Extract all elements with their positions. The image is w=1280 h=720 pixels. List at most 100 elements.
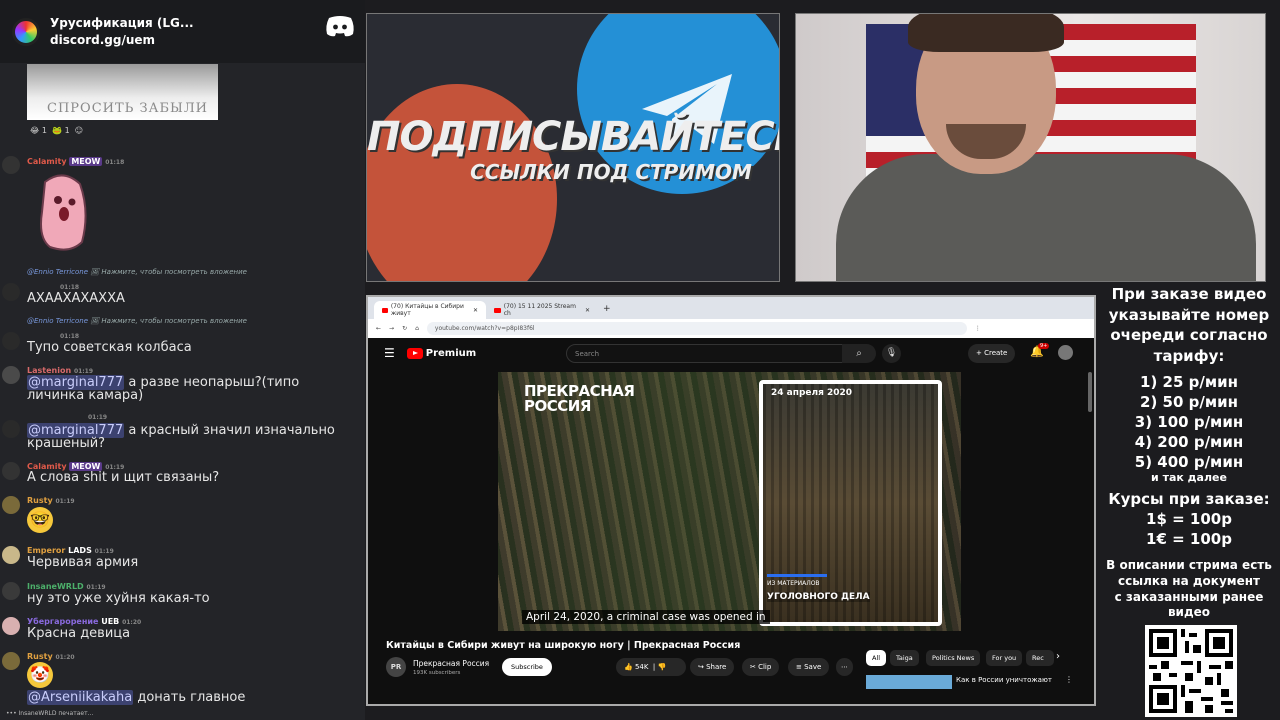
new-tab-button[interactable]: + bbox=[598, 299, 616, 319]
search-input[interactable]: Search bbox=[566, 344, 866, 363]
chip-for-you[interactable]: For you bbox=[986, 650, 1023, 666]
avatar[interactable] bbox=[2, 582, 20, 600]
badge: MEOW bbox=[69, 157, 103, 166]
message-text: А слова shit и щит связаны? bbox=[27, 470, 220, 485]
url-field[interactable]: youtube.com/watch?v=p8pI83f6l bbox=[426, 322, 967, 335]
video-title: Китайцы в Сибири живут на широкую ногу |… bbox=[386, 640, 741, 651]
tier-2: 2) 50 р/мин bbox=[1140, 393, 1238, 411]
message-text: @marginal777 а красный значил изначально… bbox=[27, 423, 335, 451]
server-name: Урусификация (LG... bbox=[50, 16, 194, 30]
username: Calamity bbox=[27, 157, 67, 166]
kebab-menu-icon[interactable]: ⋮ bbox=[1065, 675, 1073, 684]
reactions[interactable]: 😂 1 🐸 1 ☺ bbox=[30, 126, 83, 135]
subscribe-button[interactable]: Subscribe bbox=[502, 658, 552, 676]
recommendation-title[interactable]: Как в России уничтожают bbox=[956, 676, 1052, 684]
extensions-icon[interactable]: ⋮ bbox=[975, 325, 981, 332]
search-icon[interactable]: ⌕ bbox=[842, 344, 876, 363]
add-reaction-icon[interactable]: ☺ bbox=[75, 126, 83, 135]
timestamp: 01:19 bbox=[55, 498, 75, 505]
rates-header: Курсы при заказе: bbox=[1108, 490, 1270, 508]
youtube-premium-logo[interactable]: Premium bbox=[406, 347, 476, 359]
hamburger-menu-icon[interactable]: ☰ bbox=[384, 346, 395, 360]
video-player[interactable]: ПРЕКРАСНАЯ РОССИЯ 24 апреля 2020 ИЗ МАТЕ… bbox=[498, 372, 961, 631]
save-button[interactable]: ≡ Save bbox=[788, 658, 830, 676]
inset-caption: УГОЛОВНОГО ДЕЛА bbox=[767, 592, 870, 602]
pricing-panel: При заказе видео указывайте номер очеред… bbox=[1098, 284, 1280, 619]
mention[interactable]: @Arseniikakaha bbox=[27, 690, 134, 705]
recommendation-thumbnail[interactable] bbox=[866, 675, 952, 689]
timestamp: 01:18 bbox=[105, 159, 125, 166]
rate-eur: 1€ = 100р bbox=[1146, 530, 1232, 548]
tab-youtube-video[interactable]: (70) Китайцы в Сибири живут ✕ bbox=[374, 301, 486, 319]
avatar[interactable] bbox=[2, 462, 20, 480]
discord-invite: discord.gg/uem bbox=[50, 33, 156, 47]
discord-banner: Урусификация (LG... discord.gg/uem bbox=[0, 0, 365, 63]
chip-all[interactable]: All bbox=[866, 650, 887, 666]
account-avatar[interactable] bbox=[1058, 345, 1073, 360]
etc-note: и так далее bbox=[1151, 471, 1227, 484]
avatar[interactable] bbox=[2, 332, 20, 350]
clip-button[interactable]: ✂ Clip bbox=[742, 658, 780, 676]
scrollbar[interactable] bbox=[1088, 372, 1092, 412]
avatar[interactable] bbox=[2, 546, 20, 564]
youtube-icon bbox=[494, 307, 501, 313]
message-text: @Arseniikakaha донать главное bbox=[27, 690, 246, 705]
like-dislike-button[interactable]: 👍 54K | 👎 bbox=[616, 658, 686, 676]
username: Убергарорение bbox=[27, 617, 99, 626]
subscriber-count: 193K subscribers bbox=[413, 669, 461, 676]
avatar[interactable] bbox=[2, 366, 20, 384]
chip-rec[interactable]: Rec bbox=[1026, 650, 1054, 666]
chevron-right-icon[interactable]: › bbox=[1056, 651, 1060, 662]
inset-date: 24 апреля 2020 bbox=[771, 388, 853, 398]
discord-icon bbox=[326, 16, 354, 37]
create-button[interactable]: + Create bbox=[968, 344, 1016, 363]
avatar[interactable] bbox=[2, 156, 20, 174]
tab-bar: (70) Китайцы в Сибири живут ✕ (70) 15 11… bbox=[368, 297, 1094, 319]
avatar[interactable] bbox=[2, 617, 20, 635]
typing-indicator: ••• InsaneWRLD печатает... bbox=[6, 710, 94, 717]
avatar[interactable] bbox=[2, 420, 20, 438]
username: Rusty bbox=[27, 652, 53, 661]
forward-icon[interactable]: → bbox=[389, 325, 394, 332]
username: Emperor bbox=[27, 546, 66, 555]
chip-taiga[interactable]: Taiga bbox=[890, 650, 919, 666]
avatar[interactable] bbox=[2, 652, 20, 670]
browser-window: (70) Китайцы в Сибири живут ✕ (70) 15 11… bbox=[366, 295, 1096, 706]
badge: LADS bbox=[68, 546, 92, 555]
username: Rusty bbox=[27, 496, 53, 505]
reply-preview[interactable]: @Ennio Terricone 🖼 Нажмите, чтобы посмот… bbox=[27, 268, 247, 276]
chat-image-attachment[interactable]: СПРОСИТЬ ЗАБЫЛИ bbox=[27, 64, 218, 120]
home-icon[interactable]: ⌂ bbox=[415, 325, 419, 332]
reply-preview[interactable]: @Ennio Terricone 🖼 Нажмите, чтобы посмот… bbox=[27, 317, 247, 325]
frog-emoji-icon[interactable]: 🐸 bbox=[52, 126, 62, 135]
timestamp: 01:19 bbox=[88, 414, 108, 421]
address-bar-row: ← → ↻ ⌂ youtube.com/watch?v=p8pI83f6l ⋮ bbox=[368, 319, 1094, 338]
timestamp: 01:20 bbox=[122, 619, 142, 626]
inset-caption-small: ИЗ МАТЕРИАЛОВ bbox=[767, 580, 820, 587]
avatar[interactable] bbox=[2, 283, 20, 301]
tier-1: 1) 25 р/мин bbox=[1140, 373, 1238, 391]
clown-emoji-icon: 🤡 bbox=[27, 662, 53, 688]
share-button[interactable]: ↪ Share bbox=[690, 658, 735, 676]
chip-politics-news[interactable]: Politics News bbox=[926, 650, 981, 666]
message-text: Красна девица bbox=[27, 626, 131, 641]
nerd-emoji-icon: 🤓 bbox=[27, 507, 53, 533]
back-icon[interactable]: ← bbox=[376, 325, 381, 332]
channel-avatar[interactable]: PR bbox=[386, 657, 406, 677]
qr-code[interactable] bbox=[1145, 625, 1237, 717]
avatar[interactable] bbox=[2, 496, 20, 514]
server-logo bbox=[12, 17, 40, 46]
mic-icon[interactable]: 🎙 bbox=[882, 344, 901, 363]
message-text: Тупо советская колбаса bbox=[27, 340, 192, 355]
promo-title: ПОДПИСЫВАЙТЕСЬ bbox=[367, 114, 780, 160]
tab-stream[interactable]: (70) 15 11 2025 Stream ch ✕ bbox=[486, 301, 598, 319]
more-actions-icon[interactable]: ⋯ bbox=[836, 658, 853, 676]
youtube-icon bbox=[382, 307, 388, 313]
timestamp: 01:18 bbox=[60, 284, 80, 291]
reload-icon[interactable]: ↻ bbox=[402, 325, 407, 332]
laugh-emoji-icon[interactable]: 😂 bbox=[30, 126, 39, 135]
message-text: ну это уже хуйня какая-то bbox=[27, 591, 210, 606]
subtitle: April 24, 2020, a criminal case was open… bbox=[522, 610, 770, 624]
channel-name[interactable]: Прекрасная Россия bbox=[413, 659, 489, 668]
chat-overlay: Урусификация (LG... discord.gg/uem СПРОС… bbox=[0, 0, 365, 720]
